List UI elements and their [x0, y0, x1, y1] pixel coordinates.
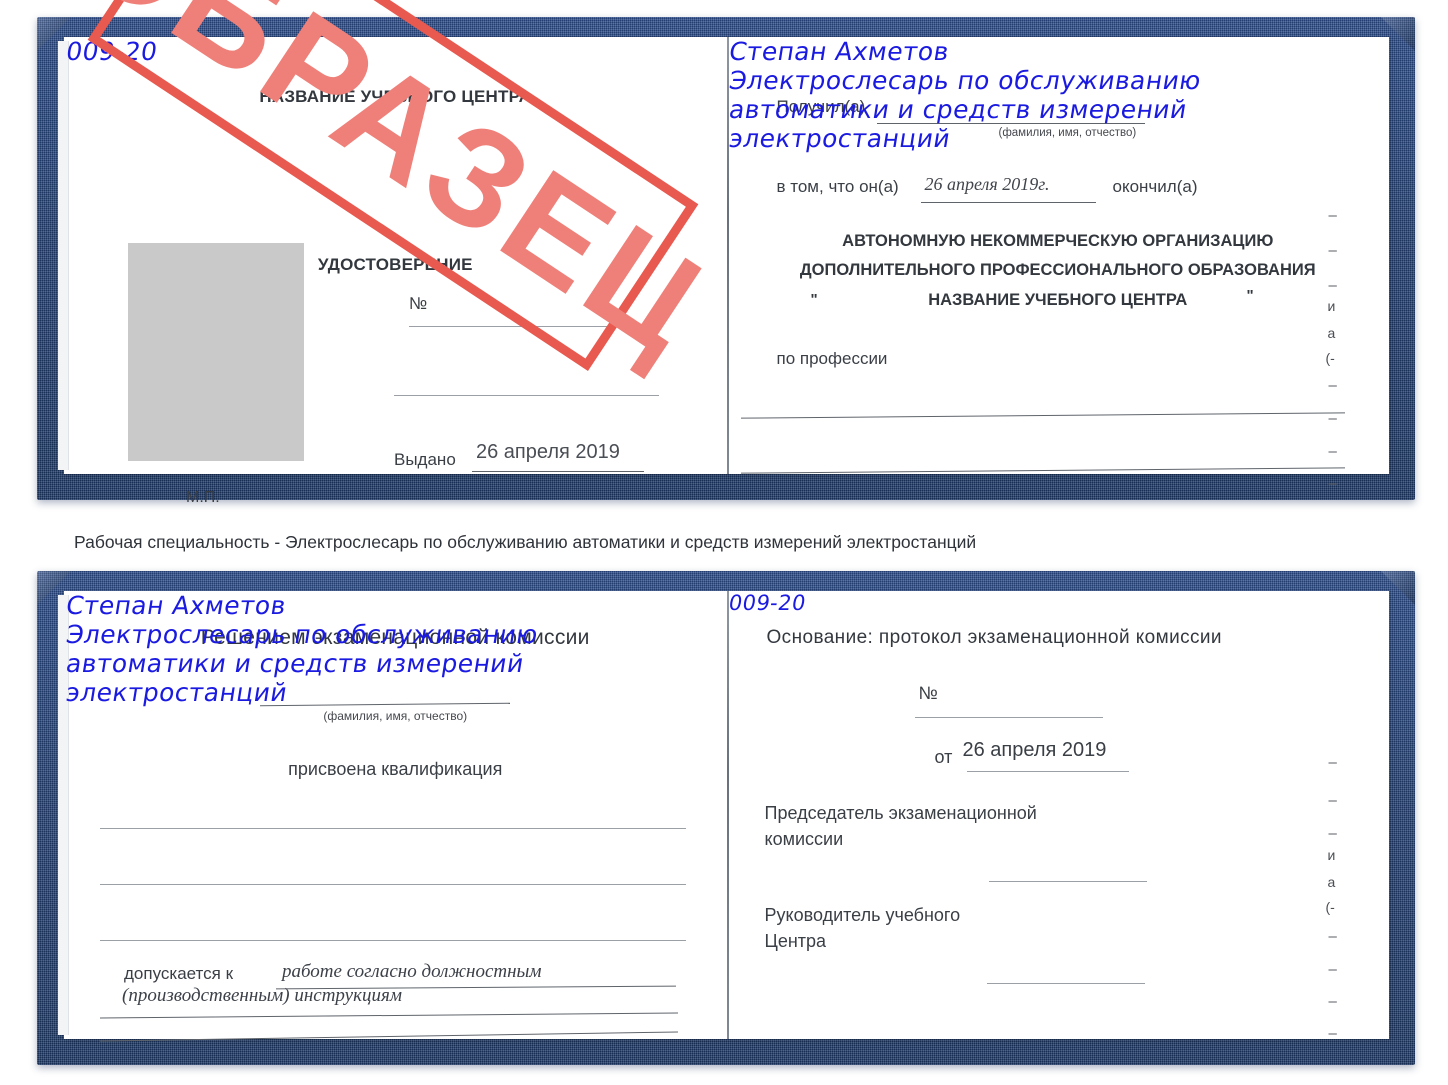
training-center-header: НАЗВАНИЕ УЧЕБНОГО ЦЕНТРА: [259, 87, 532, 106]
admitted-label: допускается к: [124, 964, 234, 983]
edge-fragment-b3: –: [1328, 825, 1337, 842]
profession-rule-2: [740, 467, 1345, 474]
edge-fragment-b7: –: [1328, 928, 1337, 945]
edge-fragment-b6: (-: [1325, 899, 1335, 915]
admitted-value-line-1: работе согласно должностным: [282, 961, 542, 982]
edge-fragment-4: и: [1327, 298, 1336, 314]
edge-fragment-7: –: [1328, 377, 1337, 394]
certificate-bottom: Решением экзаменационной комиссии Степан…: [37, 571, 1415, 1065]
qualification-rule-1: [100, 828, 686, 830]
that-he-label: в том, что он(а): [776, 177, 899, 196]
qualification-line-2: автоматики и средств измерений: [64, 649, 527, 678]
edge-fragment-2: –: [1328, 242, 1337, 259]
edge-fragment-b4: и: [1327, 847, 1336, 863]
certificate-number-value: 009-20: [64, 37, 160, 66]
number-rule: [409, 326, 631, 328]
chairman-line-2: комиссии: [764, 829, 844, 849]
qualification-rule-3: [100, 940, 686, 942]
caption-text: Рабочая специальность - Электрослесарь п…: [74, 532, 977, 552]
that-he-rule: [920, 202, 1096, 203]
finished-label: окончил(а): [1112, 177, 1198, 196]
protocol-number-label: №: [918, 683, 938, 703]
qualification-label: присвоена квалификация: [288, 759, 503, 779]
certificate-top-left-page: НАЗВАНИЕ УЧЕБНОГО ЦЕНТРА УДОСТОВЕРЕНИЕ №…: [64, 37, 727, 506]
issued-rule: [472, 471, 644, 472]
chairman-signature-rule: [988, 881, 1147, 883]
edge-fragment-b8: –: [1328, 961, 1337, 978]
profession-label: по профессии: [776, 349, 888, 368]
seal-label: М.П.: [186, 489, 220, 506]
chairman-line-1: Председатель экзаменационной: [764, 803, 1037, 823]
photo-placeholder: [128, 243, 304, 461]
admitted-rule-2: [100, 1012, 678, 1019]
admitted-rule-3: [100, 1031, 678, 1042]
blank-rule-1: [394, 395, 659, 397]
number-label: №: [409, 294, 428, 313]
qualification-line-3: электростанций: [64, 678, 290, 707]
qualification-rule-2: [100, 884, 686, 886]
admitted-value-line-2: (производственным) инструкциям: [122, 985, 402, 1006]
certificate-bottom-left-page: Решением экзаменационной комиссии Степан…: [64, 591, 727, 1042]
that-he-date-value: 26 апреля 2019г.: [924, 174, 1050, 194]
edge-fragment-b9: –: [1328, 993, 1337, 1010]
edge-fragment-b10: –: [1328, 1025, 1337, 1042]
profession-line-3: электростанций: [726, 124, 953, 153]
graduate-name-value: Степан Ахметов: [64, 591, 289, 620]
basis-label: Основание: протокол экзаменационной коми…: [766, 627, 1222, 648]
profession-rule-1: [740, 412, 1345, 419]
organization-quote-open: ": [810, 291, 818, 308]
head-signature-rule: [986, 983, 1145, 985]
protocol-date-value: 26 апреля 2019: [962, 739, 1107, 761]
certificate-bottom-right-page: Основание: протокол экзаменационной коми…: [726, 591, 1390, 1042]
head-line-1: Руководитель учебного: [764, 905, 961, 925]
protocol-number-value: 009-20: [726, 591, 808, 615]
profession-line-2: автоматики и средств измерений: [726, 95, 1189, 124]
organization-line-1: АВТОНОМНУЮ НЕКОММЕРЧЕСКУЮ ОРГАНИЗАЦИЮ: [842, 232, 1274, 250]
head-line-2: Центра: [764, 931, 827, 951]
edge-fragment-3: –: [1328, 277, 1337, 294]
edge-fragment-10: –: [1328, 475, 1337, 492]
edge-fragment-b2: –: [1328, 792, 1337, 809]
certificate-bottom-pages: Решением экзаменационной комиссии Степан…: [58, 591, 1390, 1042]
edge-fragment-b1: –: [1328, 754, 1337, 771]
protocol-number-rule: [914, 717, 1103, 719]
organization-quote-close: ": [1246, 287, 1254, 304]
edge-fragment-8: –: [1328, 410, 1337, 427]
received-name-value: Степан Ахметов: [726, 37, 951, 66]
edge-fragment-1: –: [1328, 207, 1337, 224]
issued-date-value: 26 апреля 2019: [476, 441, 620, 463]
certificate-top-pages: НАЗВАНИЕ УЧЕБНОГО ЦЕНТРА УДОСТОВЕРЕНИЕ №…: [58, 37, 1390, 506]
edge-fragment-b5: а: [1327, 874, 1336, 890]
issued-label: Выдано: [394, 450, 456, 469]
profession-line-1: Электрослесарь по обслуживанию: [726, 66, 1203, 95]
organization-line-3: НАЗВАНИЕ УЧЕБНОГО ЦЕНТРА: [928, 291, 1188, 309]
certificate-top: НАЗВАНИЕ УЧЕБНОГО ЦЕНТРА УДОСТОВЕРЕНИЕ №…: [37, 17, 1415, 506]
graduate-name-hint: (фамилия, имя, отчество): [323, 709, 468, 723]
protocol-date-label: от: [934, 747, 953, 767]
edge-fragment-6: (-: [1325, 350, 1335, 366]
edge-fragment-5: а: [1327, 325, 1336, 341]
certificate-top-right-page: Получил(а) Степан Ахметов (фамилия, имя,…: [727, 37, 1390, 492]
organization-line-2: ДОПОЛНИТЕЛЬНОГО ПРОФЕССИОНАЛЬНОГО ОБРАЗО…: [799, 261, 1316, 279]
qualification-line-1: Электрослесарь по обслуживанию: [64, 620, 541, 649]
protocol-date-rule: [966, 771, 1129, 773]
certificate-title: УДОСТОВЕРЕНИЕ: [317, 255, 473, 274]
edge-fragment-9: –: [1328, 443, 1337, 460]
